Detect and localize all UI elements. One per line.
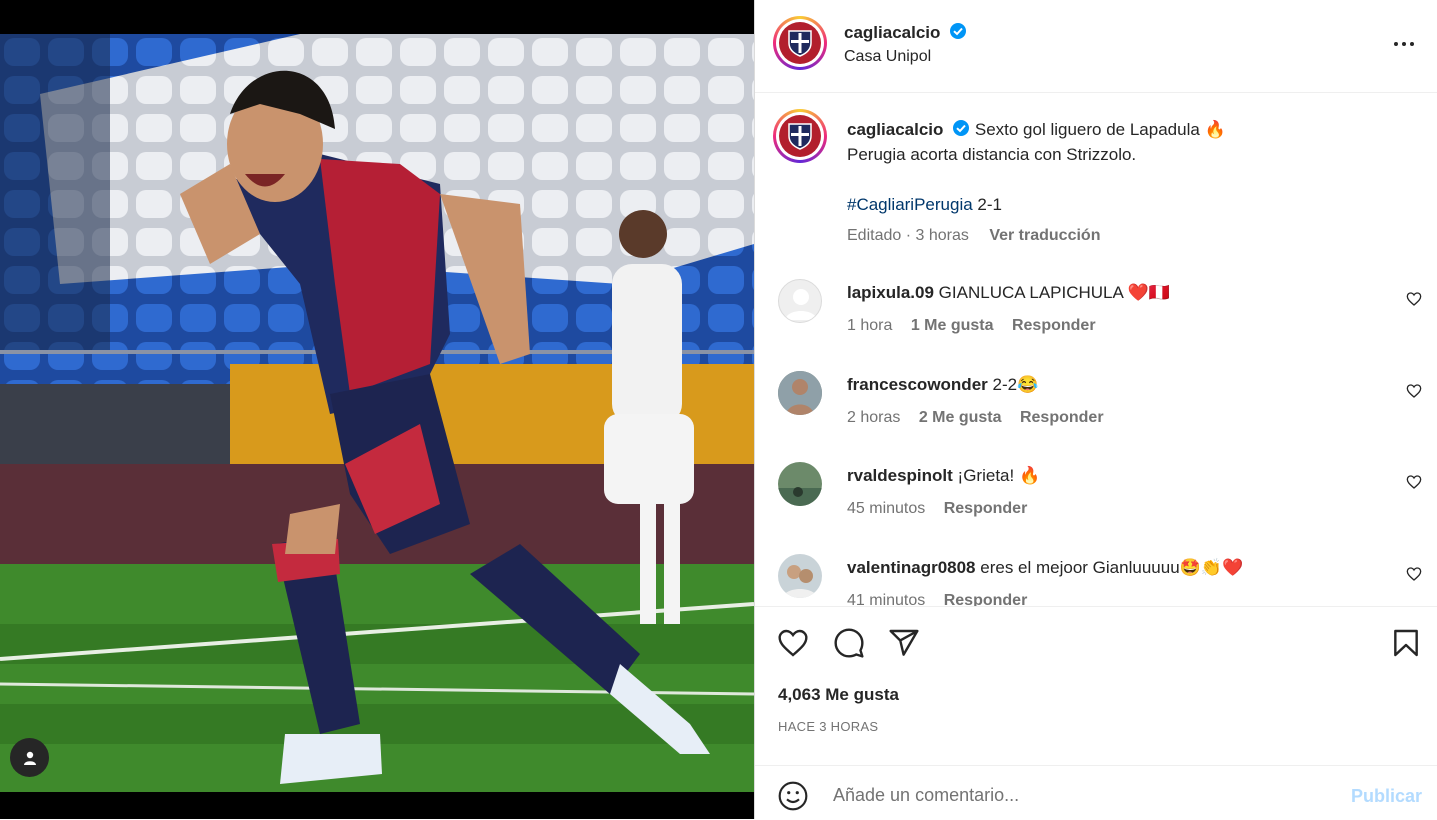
- comment-time: 45 minutos: [847, 500, 926, 517]
- more-icon: [1394, 42, 1398, 46]
- comment-avatar[interactable]: [778, 554, 822, 598]
- reply-button[interactable]: Responder: [944, 592, 1028, 606]
- translate-link[interactable]: Ver traducción: [989, 227, 1100, 244]
- user-tag-icon: [23, 751, 36, 765]
- post-photo[interactable]: [0, 34, 754, 792]
- comment-username[interactable]: francescowonder: [847, 375, 988, 394]
- comment-input[interactable]: [831, 780, 1315, 810]
- comments-list[interactable]: cagliacalcio Sexto gol liguero de Lapadu…: [755, 93, 1437, 606]
- emoji-icon[interactable]: [777, 780, 809, 812]
- comment-username[interactable]: lapixula.09: [847, 283, 934, 302]
- comment-text: 2-2😂: [992, 375, 1039, 394]
- comment-time: 1 hora: [847, 317, 893, 334]
- comment-item: lapixula.09 GIANLUCA LAPICHULA ❤️🇵🇪 1 ho…: [755, 279, 1437, 359]
- reply-button[interactable]: Responder: [1020, 409, 1104, 426]
- user-tag-button[interactable]: [10, 738, 49, 777]
- comment-item: rvaldespinolt ¡Grieta! 🔥 45 minutos Resp…: [755, 462, 1437, 542]
- comment-text: GIANLUCA LAPICHULA ❤️🇵🇪: [938, 283, 1170, 302]
- comment-avatar[interactable]: [778, 462, 822, 506]
- add-comment-bar: Publicar: [755, 765, 1437, 820]
- comment-heart-icon[interactable]: [1406, 566, 1422, 582]
- avatar-photo: [778, 554, 822, 598]
- comment-avatar[interactable]: [778, 279, 822, 323]
- comment-username[interactable]: rvaldespinolt: [847, 466, 953, 485]
- comment-heart-icon[interactable]: [1406, 291, 1422, 307]
- comment-avatar[interactable]: [778, 371, 822, 415]
- avatar-photo: [778, 462, 822, 506]
- caption-score: 2-1: [972, 195, 1002, 214]
- more-options-button[interactable]: [1394, 42, 1414, 46]
- default-avatar-icon: [785, 289, 817, 320]
- post-header: cagliacalcio Casa Unipol: [755, 0, 1437, 93]
- verified-icon: [949, 23, 966, 39]
- avatar-photo: [778, 371, 822, 415]
- comment-text: ¡Grieta! 🔥: [957, 466, 1041, 485]
- post-location[interactable]: Casa Unipol: [844, 48, 931, 66]
- post-actions: 4,063 Me gusta HACE 3 HORAS: [755, 606, 1437, 737]
- likes-count[interactable]: 4,063 Me gusta: [778, 685, 899, 705]
- club-crest-icon: [779, 22, 821, 64]
- caption-hashtag[interactable]: #CagliariPerugia: [847, 195, 973, 214]
- comment-item: valentinagr0808 eres el mejoor Gianluuuu…: [755, 554, 1437, 606]
- post-caption: cagliacalcio Sexto gol liguero de Lapadu…: [847, 117, 1407, 248]
- comment-username[interactable]: valentinagr0808: [847, 558, 976, 577]
- caption-text: Sexto gol liguero de Lapadula 🔥: [974, 120, 1226, 139]
- photo-illustration: [0, 34, 754, 792]
- comment-time: 41 minutos: [847, 592, 926, 606]
- comment-icon[interactable]: [833, 627, 865, 659]
- comment-text: eres el mejoor Gianluuuuu🤩👏❤️: [980, 558, 1244, 577]
- caption-edited: Editado · 3 horas: [847, 227, 969, 244]
- publish-button[interactable]: Publicar: [1351, 786, 1422, 807]
- club-crest-icon: [779, 115, 821, 157]
- author-username[interactable]: cagliacalcio: [844, 23, 940, 42]
- comment-likes[interactable]: 2 Me gusta: [919, 409, 1002, 426]
- save-icon[interactable]: [1390, 627, 1422, 659]
- verified-icon: [953, 120, 970, 136]
- heart-icon[interactable]: [777, 627, 809, 659]
- caption-username[interactable]: cagliacalcio: [847, 120, 943, 139]
- comment-likes[interactable]: 1 Me gusta: [911, 317, 994, 334]
- post-panel: cagliacalcio Casa Unipol cagliacalcio Se…: [754, 0, 1437, 819]
- comment-time: 2 horas: [847, 409, 901, 426]
- caption-author-avatar[interactable]: [773, 109, 827, 163]
- post-media: [0, 0, 754, 819]
- comment-heart-icon[interactable]: [1406, 383, 1422, 399]
- caption-line2: Perugia acorta distancia con Strizzolo.: [847, 145, 1137, 164]
- post-time: HACE 3 HORAS: [778, 719, 879, 734]
- comment-heart-icon[interactable]: [1406, 474, 1422, 490]
- reply-button[interactable]: Responder: [1012, 317, 1096, 334]
- author-avatar[interactable]: [773, 16, 827, 70]
- reply-button[interactable]: Responder: [944, 500, 1028, 517]
- comment-item: francescowonder 2-2😂 2 horas 2 Me gusta …: [755, 371, 1437, 451]
- share-icon[interactable]: [888, 627, 920, 659]
